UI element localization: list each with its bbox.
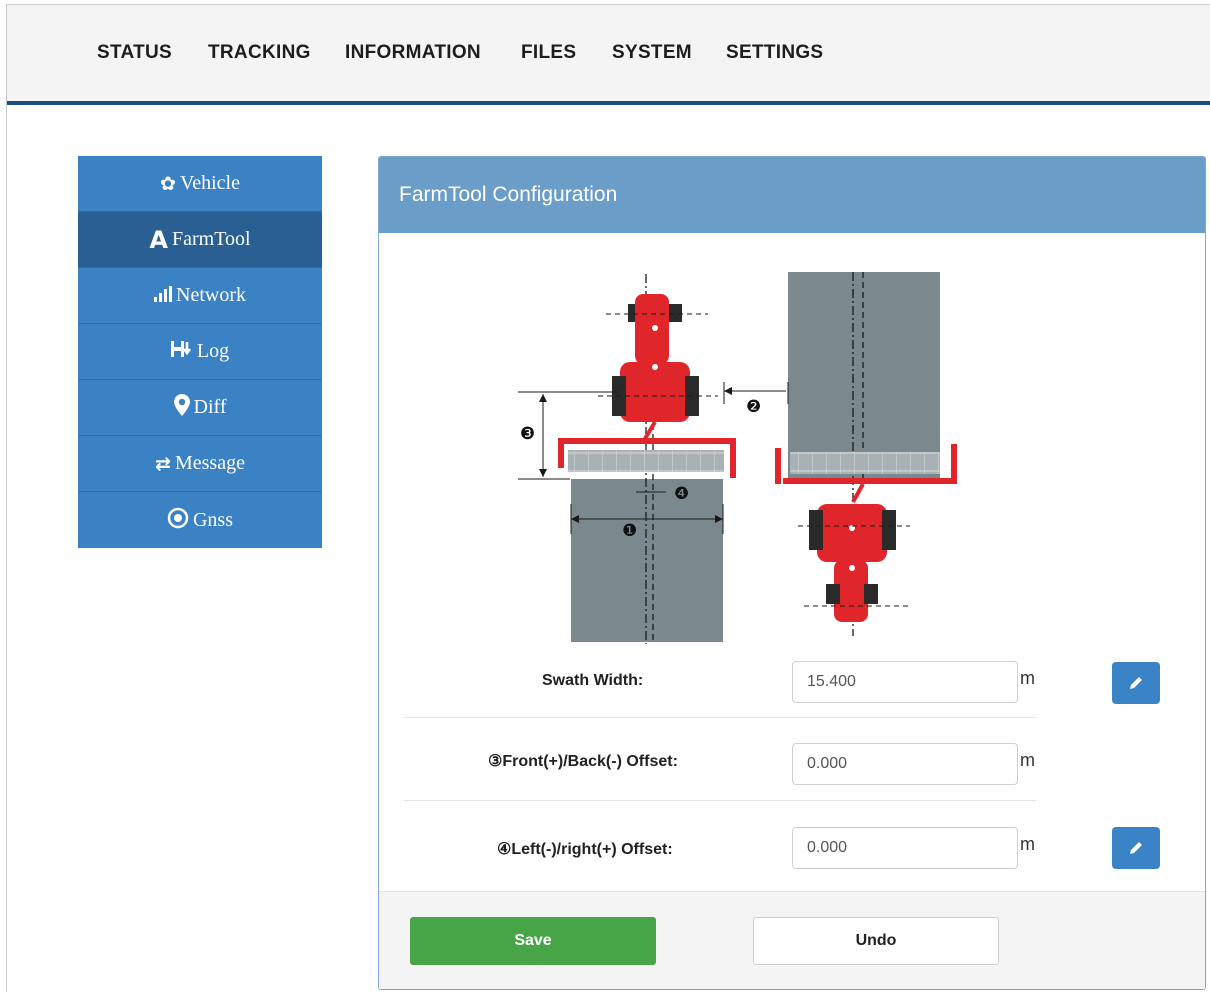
panel-title: FarmTool Configuration <box>379 157 1205 233</box>
swath-width-input[interactable] <box>792 661 1018 703</box>
sidebar-item-label: Log <box>196 340 230 362</box>
sidebar-item-label: Diff <box>193 396 227 418</box>
front-back-offset-input[interactable] <box>792 743 1018 785</box>
pencil-icon <box>1130 842 1142 854</box>
panel-footer: Save Undo <box>379 891 1205 989</box>
sidebar-item-diff[interactable]: Diff <box>78 380 322 436</box>
sidebar-item-label: Gnss <box>192 508 233 531</box>
marker-1: ❶ <box>622 521 637 541</box>
marker-3: ❸ <box>520 424 535 444</box>
map-marker-icon <box>173 394 190 421</box>
implement-offset-diagram: ❶ ❷ ❸ ❹ <box>518 264 958 649</box>
sidebar-item-label: Vehicle <box>179 172 240 194</box>
front-back-offset-unit: m <box>1020 750 1035 770</box>
road-icon: A <box>149 225 168 254</box>
left-right-offset-edit-button[interactable] <box>1112 827 1160 869</box>
sidebar-item-message[interactable]: ⇄ Message <box>78 436 322 492</box>
nav-settings[interactable]: SETTINGS <box>726 42 823 64</box>
top-nav: STATUS TRACKING INFORMATION FILES SYSTEM… <box>7 5 1210 105</box>
sidebar-item-network[interactable]: Network <box>78 268 322 324</box>
marker-4: ❹ <box>674 484 689 504</box>
left-right-offset-input[interactable] <box>792 827 1018 869</box>
pencil-icon <box>1130 677 1142 689</box>
left-right-offset-unit: m <box>1020 834 1035 854</box>
sidebar: ✿ Vehicle A FarmTool Network Log Diff ⇄ … <box>78 156 322 548</box>
nav-files[interactable]: FILES <box>521 42 576 64</box>
sidebar-item-label: FarmTool <box>171 228 251 250</box>
signal-icon <box>154 285 172 307</box>
nav-information[interactable]: INFORMATION <box>345 42 481 64</box>
marker-2: ❷ <box>746 397 761 417</box>
sidebar-item-label: Network <box>176 284 246 306</box>
sidebar-item-gnss[interactable]: Gnss <box>78 492 322 548</box>
log-icon <box>170 339 193 364</box>
undo-button[interactable]: Undo <box>753 917 999 965</box>
save-button[interactable]: Save <box>410 917 656 965</box>
swath-width-edit-button[interactable] <box>1112 662 1160 704</box>
gear-icon: ✿ <box>160 172 176 195</box>
swath-width-label: Swath Width: <box>542 672 644 689</box>
target-icon <box>167 507 189 534</box>
front-back-offset-label: ③Front(+)/Back(-) Offset: <box>488 753 678 770</box>
sidebar-item-label: Message <box>174 452 245 474</box>
farmtool-config-panel: FarmTool Configuration ❶ ❷ ❸ ❹ Swath Wid… <box>378 156 1206 990</box>
nav-system[interactable]: SYSTEM <box>612 42 692 64</box>
nav-tracking[interactable]: TRACKING <box>208 42 311 64</box>
sidebar-item-vehicle[interactable]: ✿ Vehicle <box>78 156 322 212</box>
sidebar-item-farmtool[interactable]: A FarmTool <box>78 212 322 268</box>
exchange-icon: ⇄ <box>155 452 171 475</box>
nav-status[interactable]: STATUS <box>97 42 172 64</box>
swath-width-unit: m <box>1020 668 1035 688</box>
left-right-offset-label: ④Left(-)/right(+) Offset: <box>497 841 673 858</box>
sidebar-item-log[interactable]: Log <box>78 324 322 380</box>
